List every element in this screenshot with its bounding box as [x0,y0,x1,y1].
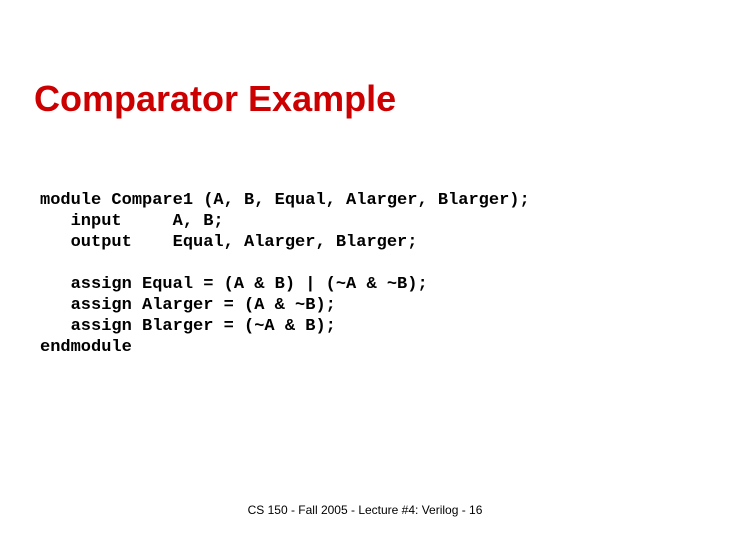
slide-footer: CS 150 - Fall 2005 - Lecture #4: Verilog… [0,503,730,517]
slide: Comparator Example module Compare1 (A, B… [0,0,730,547]
slide-title: Comparator Example [34,78,396,120]
code-block: module Compare1 (A, B, Equal, Alarger, B… [40,190,530,358]
